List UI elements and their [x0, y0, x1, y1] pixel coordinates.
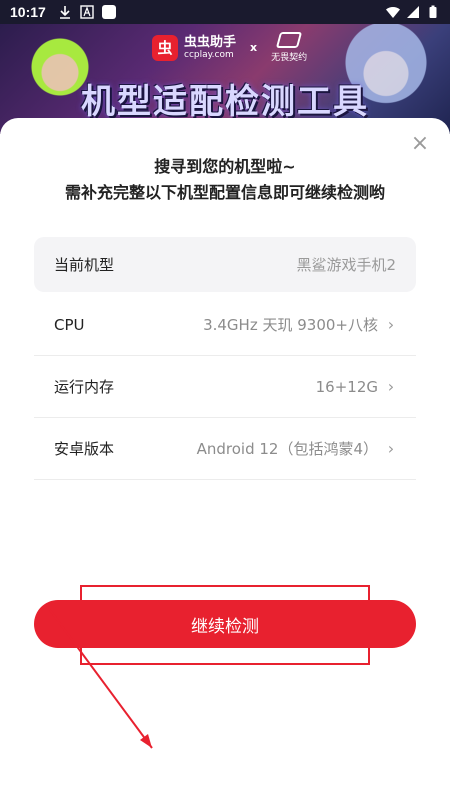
brand-text: 虫虫助手 ccplay.com: [184, 36, 236, 60]
brand-site: ccplay.com: [184, 49, 234, 60]
row-value: 3.4GHz 天玑 9300+八核: [203, 316, 378, 334]
partner-name: 无畏契约: [271, 53, 308, 63]
brand-logo-icon: 虫: [152, 34, 178, 61]
row-ram[interactable]: 运行内存 16+12G ›: [34, 356, 416, 418]
heading-line-1: 搜寻到您的机型啦~: [154, 157, 296, 176]
banner-title: 机型适配检测工具: [81, 82, 369, 122]
signal-icon: [407, 6, 419, 18]
spec-list: 当前机型 黑鲨游戏手机2 CPU 3.4GHz 天玑 9300+八核 › 运行内…: [34, 237, 416, 480]
status-left-icons: [58, 5, 116, 19]
chevron-right-icon: ›: [387, 315, 395, 334]
chevron-right-icon: ›: [387, 439, 395, 458]
download-icon: [59, 6, 70, 19]
battery-icon: [429, 5, 437, 18]
status-right-icons: [386, 5, 440, 19]
row-label: CPU: [54, 315, 85, 334]
heading-line-2: 需补充完整以下机型配置信息即可继续检测哟: [64, 183, 385, 202]
brand-logo-row: 虫 虫虫助手 ccplay.com x 无畏契约: [152, 32, 307, 63]
row-value: 黑鲨游戏手机2: [296, 256, 396, 274]
partner-logo-icon: [275, 32, 303, 48]
row-label: 安卓版本: [54, 440, 115, 458]
app-icon: [101, 5, 116, 19]
row-value: Android 12（包括鸿蒙4）: [196, 440, 378, 458]
status-time: 10:17: [10, 4, 46, 20]
row-label: 运行内存: [54, 378, 115, 396]
wifi-icon: [386, 6, 400, 18]
continue-detect-button[interactable]: 继续检测: [34, 600, 416, 648]
partner-logo: 无畏契约: [271, 32, 307, 63]
row-cpu[interactable]: CPU 3.4GHz 天玑 9300+八核 ›: [34, 294, 416, 356]
chevron-right-icon: ›: [387, 377, 395, 396]
font-icon: [80, 5, 94, 19]
dialog-heading: 搜寻到您的机型啦~ 需补充完整以下机型配置信息即可继续检测哟: [0, 154, 450, 206]
close-icon[interactable]: ×: [410, 133, 430, 155]
collab-separator: x: [250, 41, 258, 54]
row-current-model: 当前机型 黑鲨游戏手机2: [34, 237, 416, 292]
row-android-version[interactable]: 安卓版本 Android 12（包括鸿蒙4） ›: [34, 418, 416, 480]
brand-name: 虫虫助手: [184, 34, 237, 50]
status-bar: 10:17: [0, 0, 450, 24]
row-label: 当前机型: [54, 256, 115, 274]
row-value: 16+12G: [315, 377, 378, 396]
